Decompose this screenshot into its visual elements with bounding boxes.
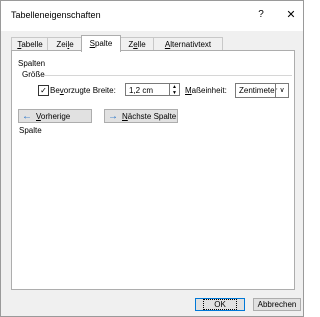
tab-zelle[interactable]: Zelle [119, 37, 155, 51]
group-label-size: Größe [22, 70, 45, 79]
arrow-left-icon: ← [22, 111, 32, 122]
preferred-width-checkbox[interactable]: ✓ [38, 85, 49, 96]
close-button[interactable]: ✕ [284, 7, 298, 23]
previous-column-button[interactable]: ← Vorherige Spalte [18, 109, 92, 135]
dialog-title: Tabelleneigenschaften [11, 10, 101, 20]
title-bar: Tabelleneigenschaften ? ✕ [1, 1, 303, 31]
arrow-right-icon: → [108, 111, 118, 122]
next-column-button[interactable]: → Nächste Spalte [104, 109, 178, 123]
chevron-down-icon[interactable]: ∨ [275, 84, 288, 97]
ok-button[interactable]: OK [195, 298, 245, 311]
unit-select-value: Zentimeter [239, 86, 278, 95]
tab-zeile[interactable]: Zeile [47, 37, 83, 51]
column-panel: Spalten Größe ✓ Bevorzugte Breite: 1,2 c… [11, 50, 295, 290]
preferred-width-label[interactable]: Bevorzugte Breite: [50, 86, 116, 95]
tab-tabelle[interactable]: Tabelle [11, 37, 49, 51]
unit-select[interactable]: Zentimeter ∨ [235, 83, 289, 98]
group-divider [44, 75, 292, 76]
preferred-width-input[interactable]: 1,2 cm [125, 83, 170, 96]
width-spinner[interactable]: ▲ ▼ [169, 83, 180, 96]
tab-spalte[interactable]: Spalte [81, 35, 121, 52]
cancel-button[interactable]: Abbrechen [253, 298, 301, 311]
tab-alternativtext[interactable]: Alternativtext [153, 37, 223, 51]
table-properties-dialog: Tabelleneigenschaften ? ✕ Tabelle Zeile … [0, 0, 304, 317]
help-button[interactable]: ? [254, 7, 268, 23]
section-label-columns: Spalten [18, 59, 46, 68]
unit-label: Maßeinheit: [185, 86, 227, 95]
spin-down-icon[interactable]: ▼ [170, 90, 179, 96]
